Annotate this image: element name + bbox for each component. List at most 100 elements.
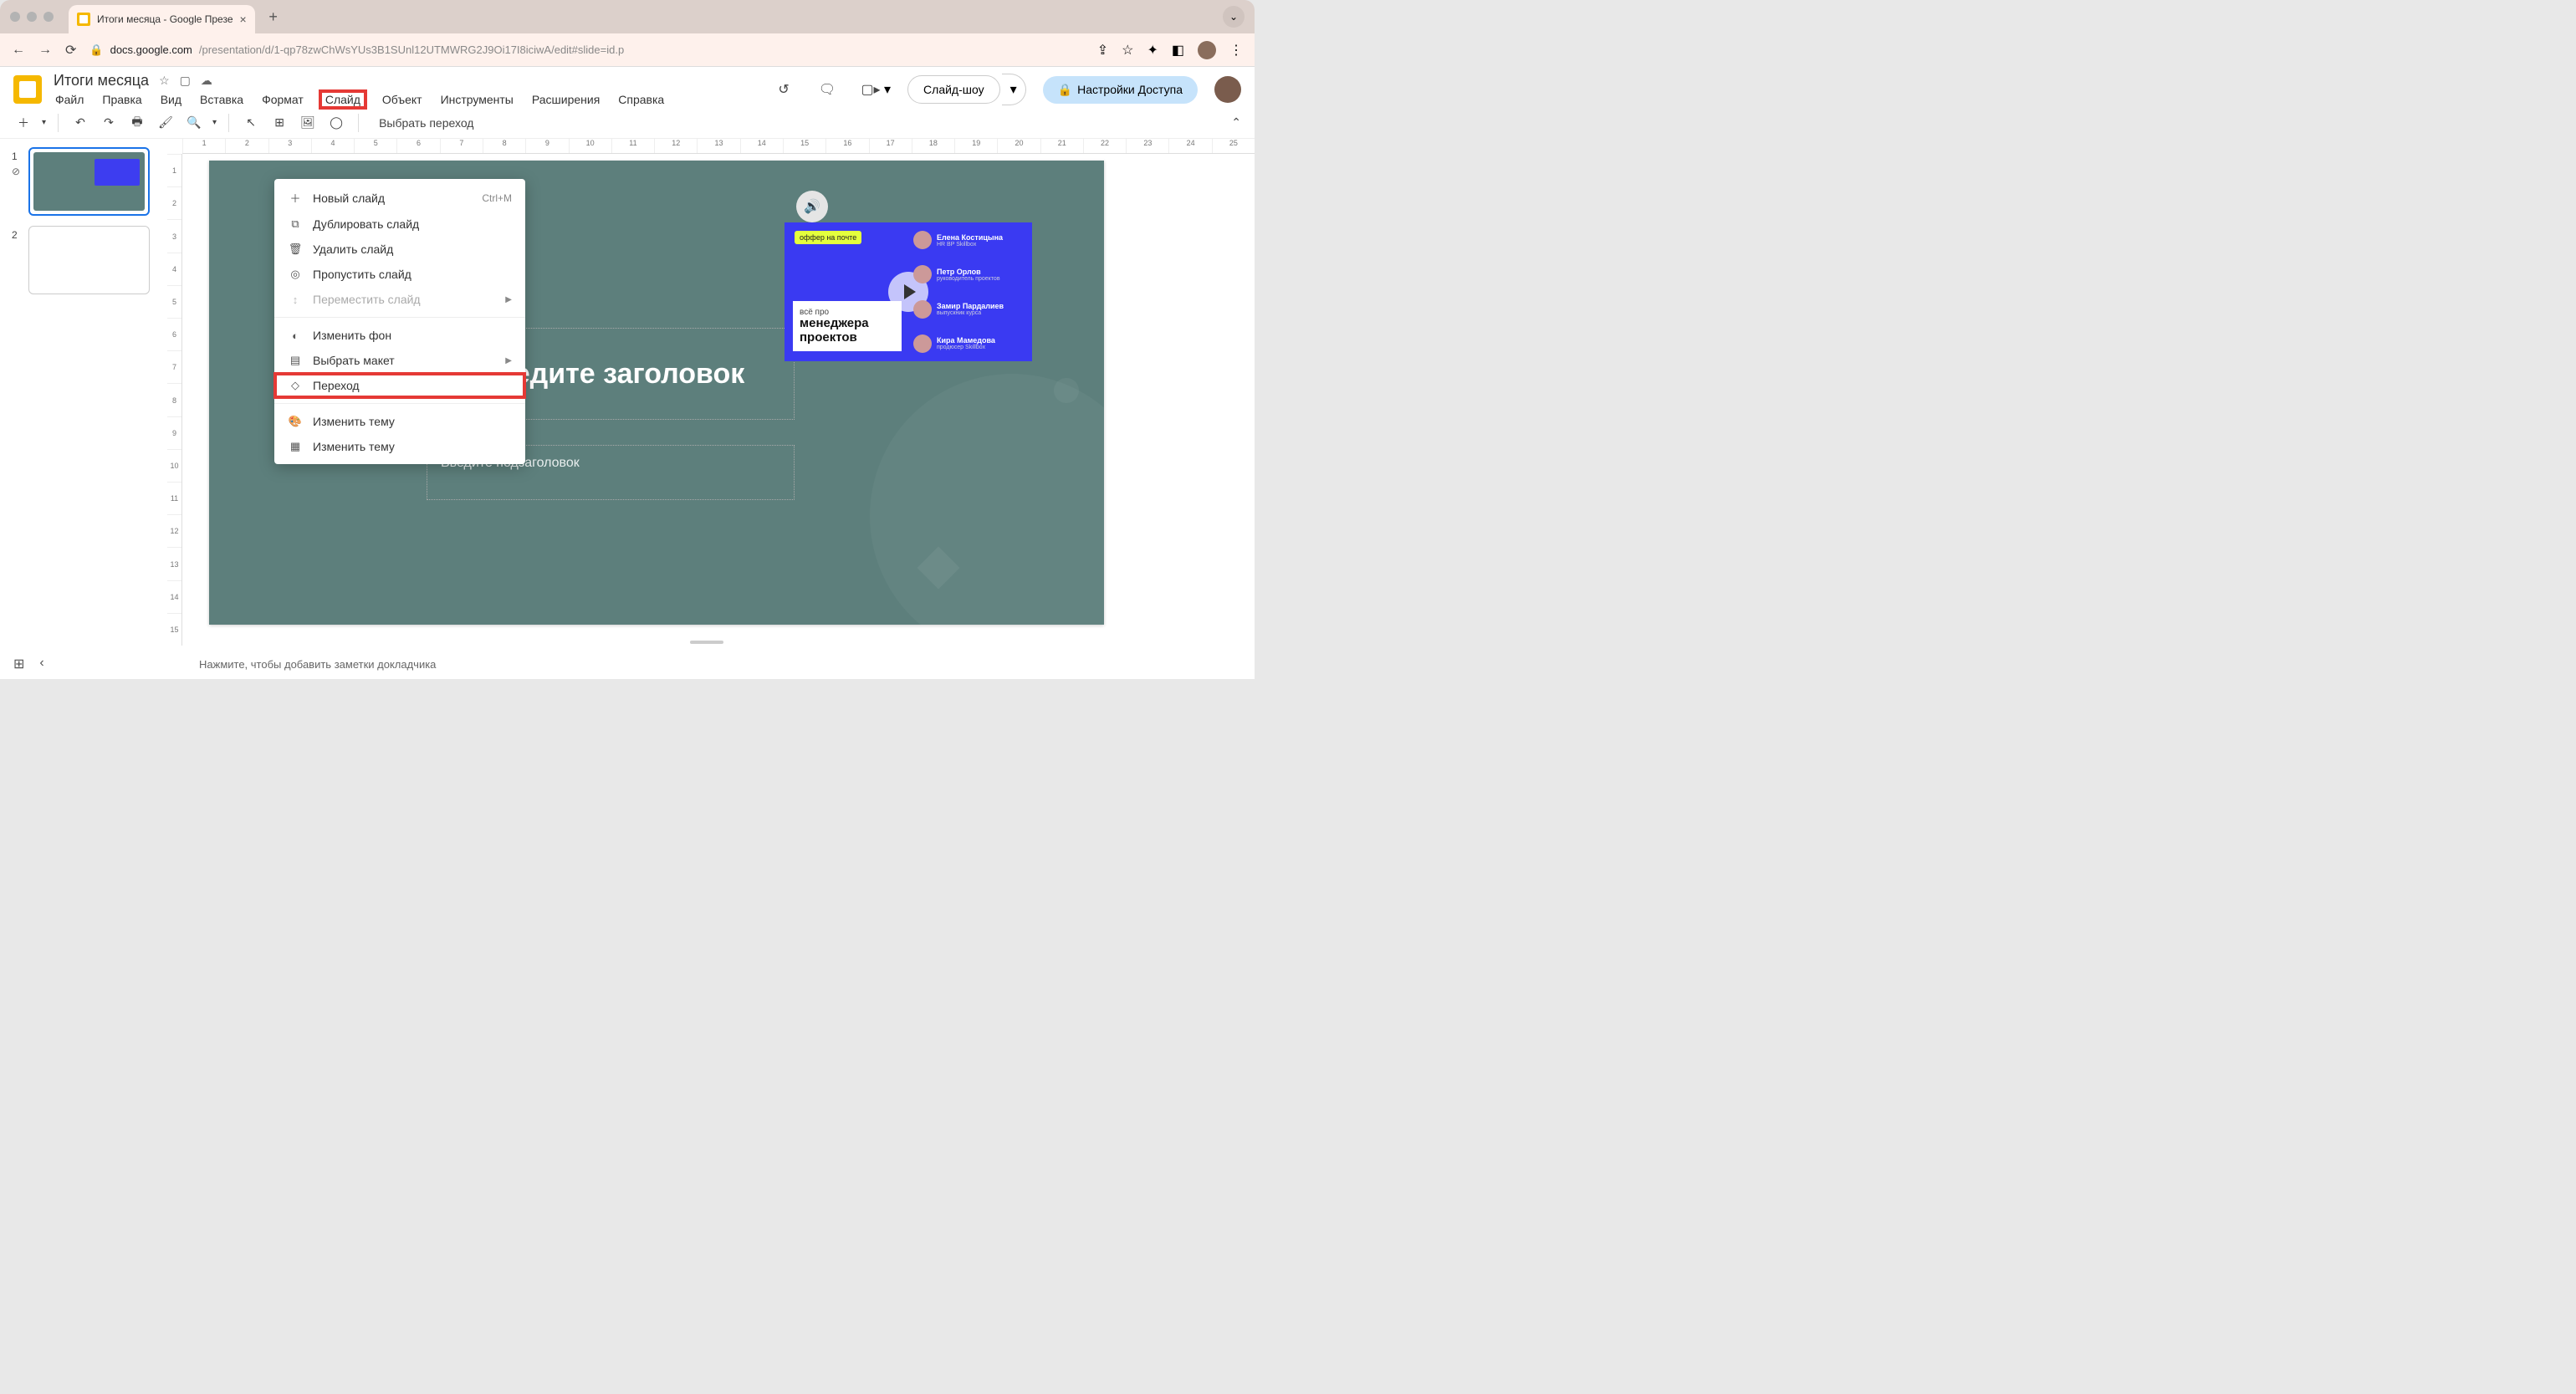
ruler-tick: 16: [825, 139, 868, 153]
menu-tools[interactable]: Инструменты: [439, 91, 515, 108]
meet-dropdown-icon[interactable]: ▾: [884, 81, 891, 98]
slides-logo-icon[interactable]: [13, 75, 42, 104]
browser-menu-icon[interactable]: ⋮: [1229, 42, 1243, 59]
url-field[interactable]: 🔒 docs.google.com/presentation/d/1-qp78z…: [89, 43, 1083, 57]
paint-format-icon[interactable]: 🖌: [156, 113, 176, 133]
explore-icon[interactable]: ⊞: [13, 656, 24, 672]
ruler-tick: 15: [167, 613, 181, 646]
tabs-dropdown-button[interactable]: ⌄: [1223, 6, 1245, 28]
collapse-panel-icon[interactable]: ‹: [39, 656, 43, 672]
menu-edit[interactable]: Правка: [100, 91, 143, 108]
zoom-dropdown-icon[interactable]: ▾: [212, 118, 217, 127]
ruler-tick: 3: [268, 139, 311, 153]
person-name: Елена Костицына: [937, 233, 1003, 242]
account-avatar[interactable]: [1214, 76, 1241, 103]
profile-avatar-icon[interactable]: [1198, 41, 1216, 59]
image-icon[interactable]: 🖼: [298, 113, 318, 133]
palette-icon: 🎨: [288, 415, 303, 428]
shape-icon[interactable]: ◯: [326, 113, 346, 133]
menu-insert[interactable]: Вставка: [198, 91, 245, 108]
notes-resize-handle[interactable]: [690, 641, 723, 644]
menu-transition[interactable]: ◇ Переход: [274, 373, 525, 398]
slides-favicon-icon: [77, 13, 90, 26]
transition-button[interactable]: Выбрать переход: [371, 113, 482, 133]
slide-thumbnail-2[interactable]: [28, 226, 150, 294]
embedded-video[interactable]: оффер на почте всё про менеджера проекто…: [785, 222, 1032, 361]
menu-change-theme[interactable]: 🎨 Изменить тему: [274, 409, 525, 434]
person-avatar-icon: [913, 334, 932, 353]
menu-extensions[interactable]: Расширения: [530, 91, 601, 108]
eye-icon: ◎: [288, 268, 303, 281]
menu-file[interactable]: Файл: [54, 91, 85, 108]
maximize-window-icon[interactable]: [43, 12, 54, 22]
title-bar: Итоги месяца ☆ ▢ ☁ Файл Правка Вид Встав…: [0, 67, 1255, 107]
speaker-notes[interactable]: Нажмите, чтобы добавить заметки докладчи…: [167, 649, 1229, 679]
move-folder-icon[interactable]: ▢: [180, 74, 191, 88]
menu-change-theme-2[interactable]: ▦ Изменить тему: [274, 434, 525, 459]
zoom-icon[interactable]: 🔍: [184, 113, 204, 133]
print-icon[interactable]: 🖶: [127, 113, 147, 133]
menu-help[interactable]: Справка: [616, 91, 666, 108]
person-avatar-icon: [913, 300, 932, 319]
select-tool-icon[interactable]: ↖: [241, 113, 261, 133]
extensions-icon[interactable]: ✦: [1147, 42, 1158, 59]
doc-title[interactable]: Итоги месяца: [54, 72, 149, 89]
new-slide-button[interactable]: ＋: [13, 113, 33, 133]
ruler-tick: 8: [167, 383, 181, 416]
new-slide-dropdown-icon[interactable]: ▾: [42, 118, 46, 127]
comments-icon[interactable]: 🗨: [814, 76, 841, 103]
ruler-tick: 9: [525, 139, 568, 153]
person-name: Замир Пардалиев: [937, 302, 1004, 310]
share-page-icon[interactable]: ⇪: [1097, 42, 1108, 59]
minimize-window-icon[interactable]: [27, 12, 37, 22]
menu-duplicate-slide[interactable]: ⧉ Дублировать слайд: [274, 212, 525, 237]
menu-skip-slide[interactable]: ◎ Пропустить слайд: [274, 262, 525, 287]
forward-icon[interactable]: →: [38, 43, 52, 58]
menu-choose-layout[interactable]: ▤ Выбрать макет ▶: [274, 348, 525, 373]
video-caption: всё про менеджера проектов: [793, 301, 902, 351]
person-role: продюсер Skillbox: [937, 345, 995, 350]
url-path: /presentation/d/1-qp78zwChWsYUs3B1SUnl12…: [199, 43, 624, 56]
menu-new-slide[interactable]: ＋ Новый слайд Ctrl+M: [274, 184, 525, 212]
cloud-status-icon[interactable]: ☁: [201, 74, 212, 88]
url-host: docs.google.com: [110, 43, 192, 56]
ruler-tick: 5: [354, 139, 396, 153]
reload-icon[interactable]: ⟳: [65, 42, 76, 59]
ruler-tick: 19: [954, 139, 997, 153]
person-role: руководитель проектов: [937, 276, 1000, 282]
ruler-tick: 18: [912, 139, 954, 153]
slideshow-button[interactable]: Слайд-шоу: [907, 75, 1000, 104]
redo-icon[interactable]: ↷: [99, 113, 119, 133]
menu-slide[interactable]: Слайд: [320, 91, 365, 108]
droplet-icon: ◐: [288, 329, 303, 342]
undo-icon[interactable]: ↶: [70, 113, 90, 133]
tab-title: Итоги месяца - Google Презе: [97, 13, 233, 25]
textbox-icon[interactable]: ⊞: [269, 113, 289, 133]
star-icon[interactable]: ☆: [159, 74, 170, 88]
collapse-toolbar-icon[interactable]: ⌃: [1231, 115, 1241, 130]
tab-close-icon[interactable]: ×: [240, 13, 247, 26]
slideshow-dropdown[interactable]: ▾: [1002, 74, 1026, 105]
menu-delete-slide[interactable]: 🗑 Удалить слайд: [274, 237, 525, 262]
new-tab-button[interactable]: +: [262, 5, 285, 28]
browser-tab[interactable]: Итоги месяца - Google Презе ×: [69, 5, 255, 33]
menu-view[interactable]: Вид: [159, 91, 183, 108]
slide-thumbnail-1[interactable]: [28, 147, 150, 216]
menu-format[interactable]: Формат: [260, 91, 305, 108]
sidepanel-icon[interactable]: ◧: [1172, 42, 1184, 59]
menu-object[interactable]: Объект: [381, 91, 424, 108]
back-icon[interactable]: ←: [12, 43, 25, 58]
bookmark-icon[interactable]: ☆: [1122, 42, 1133, 59]
close-window-icon[interactable]: [10, 12, 20, 22]
menu-change-background[interactable]: ◐ Изменить фон: [274, 323, 525, 348]
meet-icon[interactable]: ▢▸: [857, 76, 884, 103]
share-button[interactable]: 🔒 Настройки Доступа: [1043, 76, 1198, 104]
window-controls: [10, 12, 54, 22]
audio-icon[interactable]: 🔊: [796, 191, 828, 222]
ruler-tick: 7: [167, 350, 181, 383]
vertical-ruler: 123456789101112131415: [167, 154, 182, 646]
ruler-tick: 4: [311, 139, 354, 153]
history-icon[interactable]: ↺: [770, 76, 797, 103]
ruler-tick: 3: [167, 219, 181, 252]
ruler-tick: 12: [654, 139, 697, 153]
